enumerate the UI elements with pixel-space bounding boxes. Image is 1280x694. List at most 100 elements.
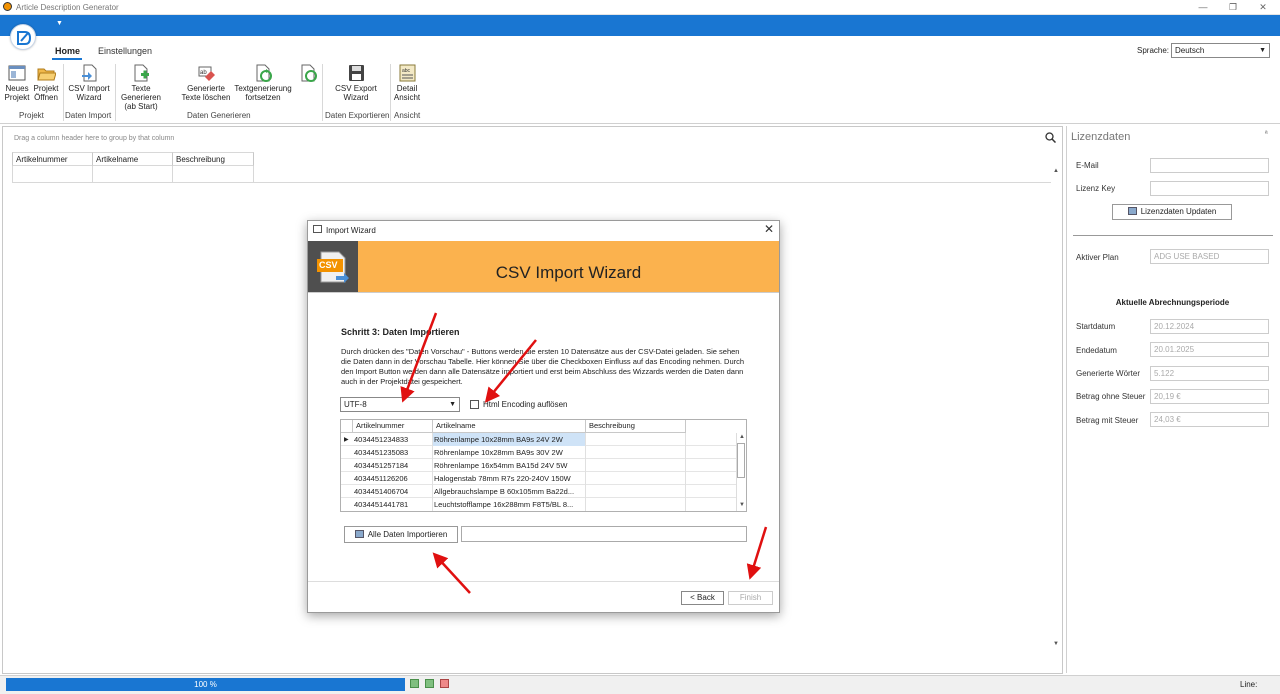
preview-cell-nr: 4034451126206 — [353, 472, 433, 485]
wizard-title: CSV Import Wizard — [495, 263, 642, 282]
column-header-artikelnummer[interactable]: Artikelnummer — [12, 152, 93, 166]
amount-gross-field: 24,03 € — [1150, 412, 1269, 427]
open-project-button[interactable]: Projekt Öffnen — [32, 63, 60, 102]
preview-row[interactable]: 4034451235083 Röhrenlampe 10x28mm BA9s 3… — [341, 446, 736, 459]
column-header-beschreibung[interactable]: Beschreibung — [173, 152, 254, 166]
scroll-down-icon[interactable]: ▼ — [739, 502, 745, 508]
preview-cell-nr: 4034451235083 — [353, 446, 433, 459]
grid-vertical-scrollbar[interactable]: ▲ ▼ — [1051, 166, 1062, 651]
html-encoding-checkbox[interactable] — [470, 400, 479, 409]
csv-badge-text: CSV — [319, 260, 338, 270]
email-label: E-Mail — [1076, 161, 1099, 170]
scroll-down-icon[interactable]: ▼ — [1053, 641, 1059, 647]
dialog-footer-divider — [308, 581, 779, 582]
csv-export-label-1: CSV Export — [335, 84, 377, 93]
grid-cell[interactable] — [93, 166, 173, 183]
minimize-icon[interactable]: — — [1196, 1, 1210, 13]
folder-open-icon — [36, 63, 57, 83]
status-error-icon — [440, 679, 449, 688]
billing-period-heading: Aktuelle Abrechnungsperiode — [1115, 298, 1230, 307]
preview-cell-description — [586, 485, 686, 498]
finish-button[interactable]: Finish — [728, 591, 773, 605]
scroll-up-icon[interactable]: ▲ — [1053, 168, 1059, 174]
quick-access-bar: ▼ — [0, 15, 1280, 36]
license-key-label: Lizenz Key — [1076, 184, 1116, 193]
banner-divider — [308, 292, 779, 293]
detail-view-icon: abc — [397, 63, 417, 83]
plan-label: Aktiver Plan — [1076, 253, 1119, 262]
group-label-project: Projekt — [19, 111, 44, 120]
generate-texts-icon — [131, 63, 151, 83]
continue-generation-label-2: fortsetzen — [245, 93, 281, 102]
preview-header-artikelname[interactable]: Artikelname — [433, 420, 586, 433]
preview-cell-description — [586, 446, 686, 459]
quick-access-dropdown-icon[interactable]: ▼ — [56, 20, 63, 27]
import-icon — [354, 530, 364, 538]
encoding-select[interactable]: UTF-8 ▼ — [340, 397, 460, 412]
refresh-document-icon — [298, 63, 318, 83]
preview-header-artikelnummer[interactable]: Artikelnummer — [353, 420, 433, 433]
preview-row[interactable]: 4034451257184 Röhrenlampe 16x54mm BA15d … — [341, 459, 736, 472]
continue-generation-button[interactable]: Textgenerierung fortsetzen — [232, 63, 294, 102]
group-panel-hint[interactable]: Drag a column header here to group by th… — [14, 135, 174, 142]
update-license-label: Lizenzdaten Updaten — [1140, 207, 1217, 216]
continue-generation-label-1: Textgenerierung — [234, 84, 292, 93]
scroll-up-icon[interactable]: ▲ — [739, 434, 745, 440]
close-window-icon[interactable]: ✕ — [1256, 1, 1270, 13]
svg-text:ab: ab — [200, 70, 207, 76]
license-divider — [1073, 235, 1273, 236]
email-field[interactable] — [1150, 158, 1269, 173]
csv-export-wizard-button[interactable]: CSV Export Wizard — [332, 63, 380, 102]
language-select[interactable]: Deutsch ▼ — [1171, 43, 1270, 58]
delete-generated-texts-button[interactable]: ab Generierte Texte löschen — [181, 63, 231, 102]
ribbon-divider — [0, 123, 1280, 124]
license-key-field[interactable] — [1150, 181, 1269, 196]
back-button[interactable]: < Back — [681, 591, 724, 605]
import-all-data-button[interactable]: Alle Daten Importieren — [344, 526, 458, 543]
column-header-artikelname[interactable]: Artikelname — [93, 152, 173, 166]
tab-settings[interactable]: Einstellungen — [98, 46, 152, 56]
csv-file-icon: CSV — [308, 241, 358, 292]
import-progress-box — [461, 526, 747, 542]
current-row-indicator-icon: ▶ — [344, 437, 349, 443]
status-progress-bar: 100 % — [6, 678, 405, 691]
pin-icon[interactable]: ª — [1265, 131, 1268, 138]
dialog-close-icon[interactable]: ✕ — [764, 222, 774, 236]
preview-row[interactable]: 4034451126206 Halogenstab 78mm R7s 220-2… — [341, 472, 736, 485]
preview-cell-description — [586, 459, 686, 472]
open-project-label-1: Projekt — [33, 84, 59, 93]
grid-cell[interactable] — [12, 166, 93, 183]
generated-words-label: Generierte Wörter — [1076, 369, 1141, 378]
new-project-icon — [7, 63, 27, 83]
new-project-button[interactable]: Neues Projekt — [4, 63, 30, 102]
html-encoding-label[interactable]: Html Encoding auflösen — [483, 400, 568, 409]
generate-texts-button[interactable]: Texte Generieren (ab Start) — [117, 63, 165, 111]
preview-row[interactable]: 4034451406704 Allgebrauchslampe B 60x105… — [341, 485, 736, 498]
tab-home[interactable]: Home — [55, 46, 80, 56]
end-date-label: Endedatum — [1076, 346, 1117, 355]
refresh-button[interactable] — [297, 63, 319, 84]
chevron-down-icon: ▼ — [449, 401, 456, 408]
preview-row[interactable]: 4034451441781 Leuchtstofflampe 16x288mm … — [341, 498, 736, 511]
grid-search-icon[interactable] — [1045, 132, 1057, 145]
status-line-label: Line: — [1240, 680, 1258, 689]
svg-text:abc: abc — [402, 68, 411, 74]
restore-icon[interactable]: ❐ — [1226, 1, 1240, 13]
detail-view-button[interactable]: abc Detail Ansicht — [393, 63, 421, 102]
app-logo[interactable] — [10, 24, 36, 50]
preview-header-beschreibung[interactable]: Beschreibung — [586, 420, 686, 433]
csv-import-label-2: Wizard — [76, 93, 102, 102]
group-label-data-import: Daten Import — [65, 111, 112, 120]
update-license-button[interactable]: Lizenzdaten Updaten — [1112, 204, 1232, 220]
grid-cell[interactable] — [173, 166, 254, 183]
app-window: Article Description Generator — ❐ ✕ ▼ Ho… — [0, 0, 1280, 694]
preview-scroll-thumb[interactable] — [737, 443, 745, 478]
group-label-view: Ansicht — [394, 111, 421, 120]
preview-cell-description — [586, 472, 686, 485]
group-separator — [322, 64, 323, 121]
csv-import-wizard-button[interactable]: CSV Import Wizard — [66, 63, 112, 102]
preview-row[interactable]: 4034451234833 Röhrenlampe 10x28mm BA9s 2… — [341, 433, 736, 446]
csv-import-icon — [79, 63, 99, 83]
preview-cell-nr: 4034451234833 — [353, 433, 433, 446]
grid-new-row[interactable] — [12, 166, 1062, 183]
